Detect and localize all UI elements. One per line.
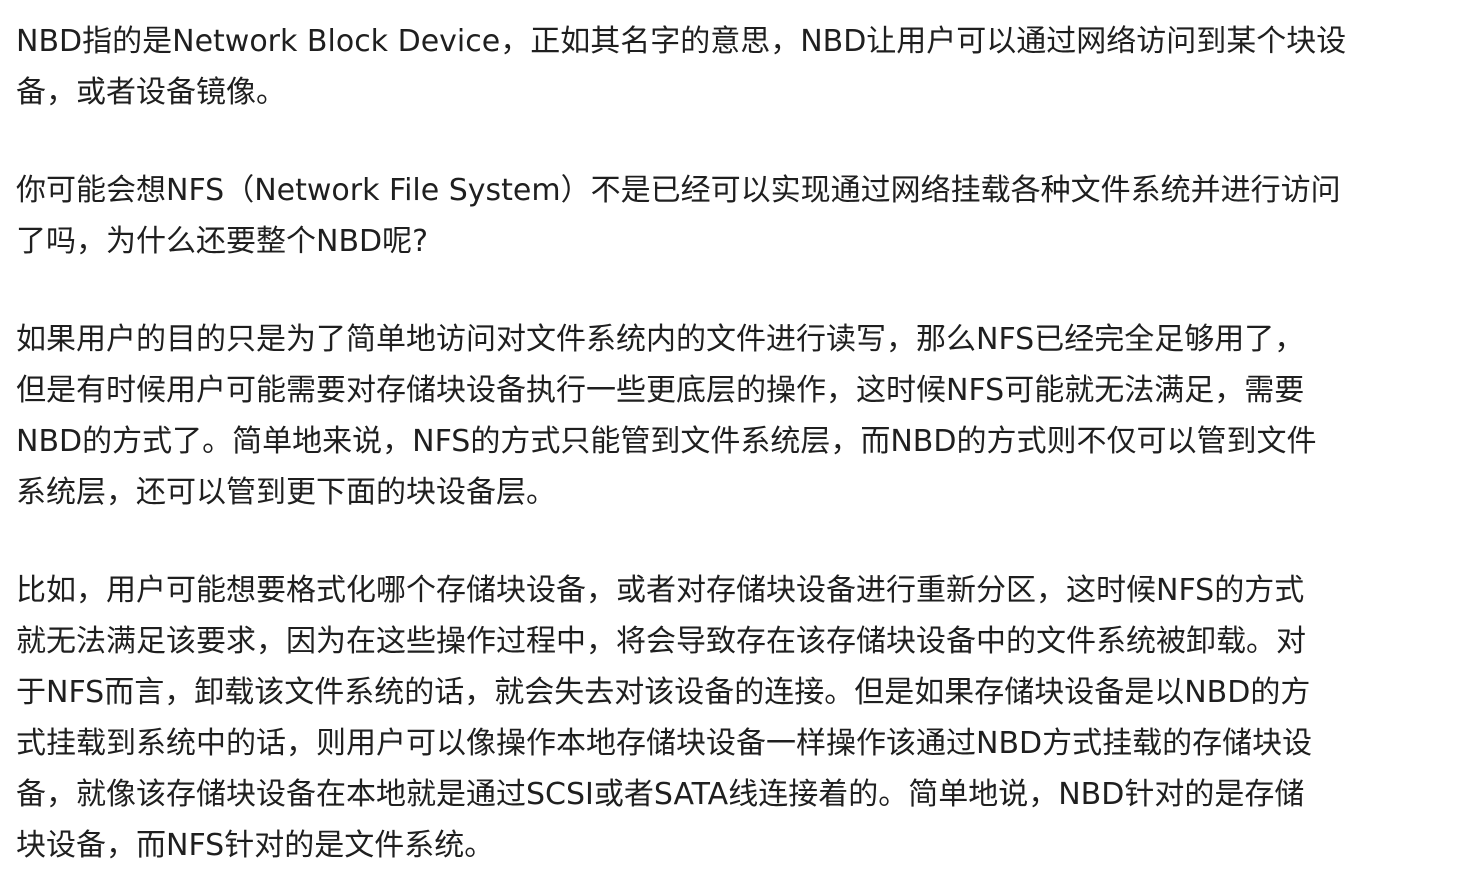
paragraph-question: 你可能会想NFS（Network File System）不是已经可以实现通过网… — [16, 165, 1406, 267]
text-line: 但是有时候用户可能需要对存储块设备执行一些更底层的操作，这时候NFS可能就无法满… — [16, 373, 1305, 408]
text-line: 备，就像该存储块设备在本地就是通过SCSI或者SATA线连接着的。简单地说，NB… — [16, 777, 1305, 812]
text-line: NBD指的是Network Block Device，正如其名字的意思，NBD让… — [16, 24, 1347, 59]
text-line: 备，或者设备镜像。 — [16, 75, 286, 110]
article-body: NBD指的是Network Block Device，正如其名字的意思，NBD让… — [16, 16, 1406, 871]
paragraph-intro: NBD指的是Network Block Device，正如其名字的意思，NBD让… — [16, 16, 1406, 118]
text-line: 你可能会想NFS（Network File System）不是已经可以实现通过网… — [16, 173, 1341, 208]
paragraph-example: 比如，用户可能想要格式化哪个存储块设备，或者对存储块设备进行重新分区，这时候NF… — [16, 565, 1406, 871]
text-line: 块设备，而NFS针对的是文件系统。 — [16, 828, 495, 863]
text-line: 比如，用户可能想要格式化哪个存储块设备，或者对存储块设备进行重新分区，这时候NF… — [16, 573, 1305, 608]
text-line: NBD的方式了。简单地来说，NFS的方式只能管到文件系统层，而NBD的方式则不仅… — [16, 424, 1317, 459]
paragraph-explanation: 如果用户的目的只是为了简单地访问对文件系统内的文件进行读写，那么NFS已经完全足… — [16, 314, 1406, 518]
text-line: 式挂载到系统中的话，则用户可以像操作本地存储块设备一样操作该通过NBD方式挂载的… — [16, 726, 1313, 761]
text-line: 了吗，为什么还要整个NBD呢? — [16, 224, 429, 259]
text-line: 于NFS而言，卸载该文件系统的话，就会失去对该设备的连接。但是如果存储块设备是以… — [16, 675, 1311, 710]
text-line: 系统层，还可以管到更下面的块设备层。 — [16, 475, 556, 510]
text-line: 如果用户的目的只是为了简单地访问对文件系统内的文件进行读写，那么NFS已经完全足… — [16, 322, 1305, 357]
text-line: 就无法满足该要求，因为在这些操作过程中，将会导致存在该存储块设备中的文件系统被卸… — [16, 624, 1306, 659]
